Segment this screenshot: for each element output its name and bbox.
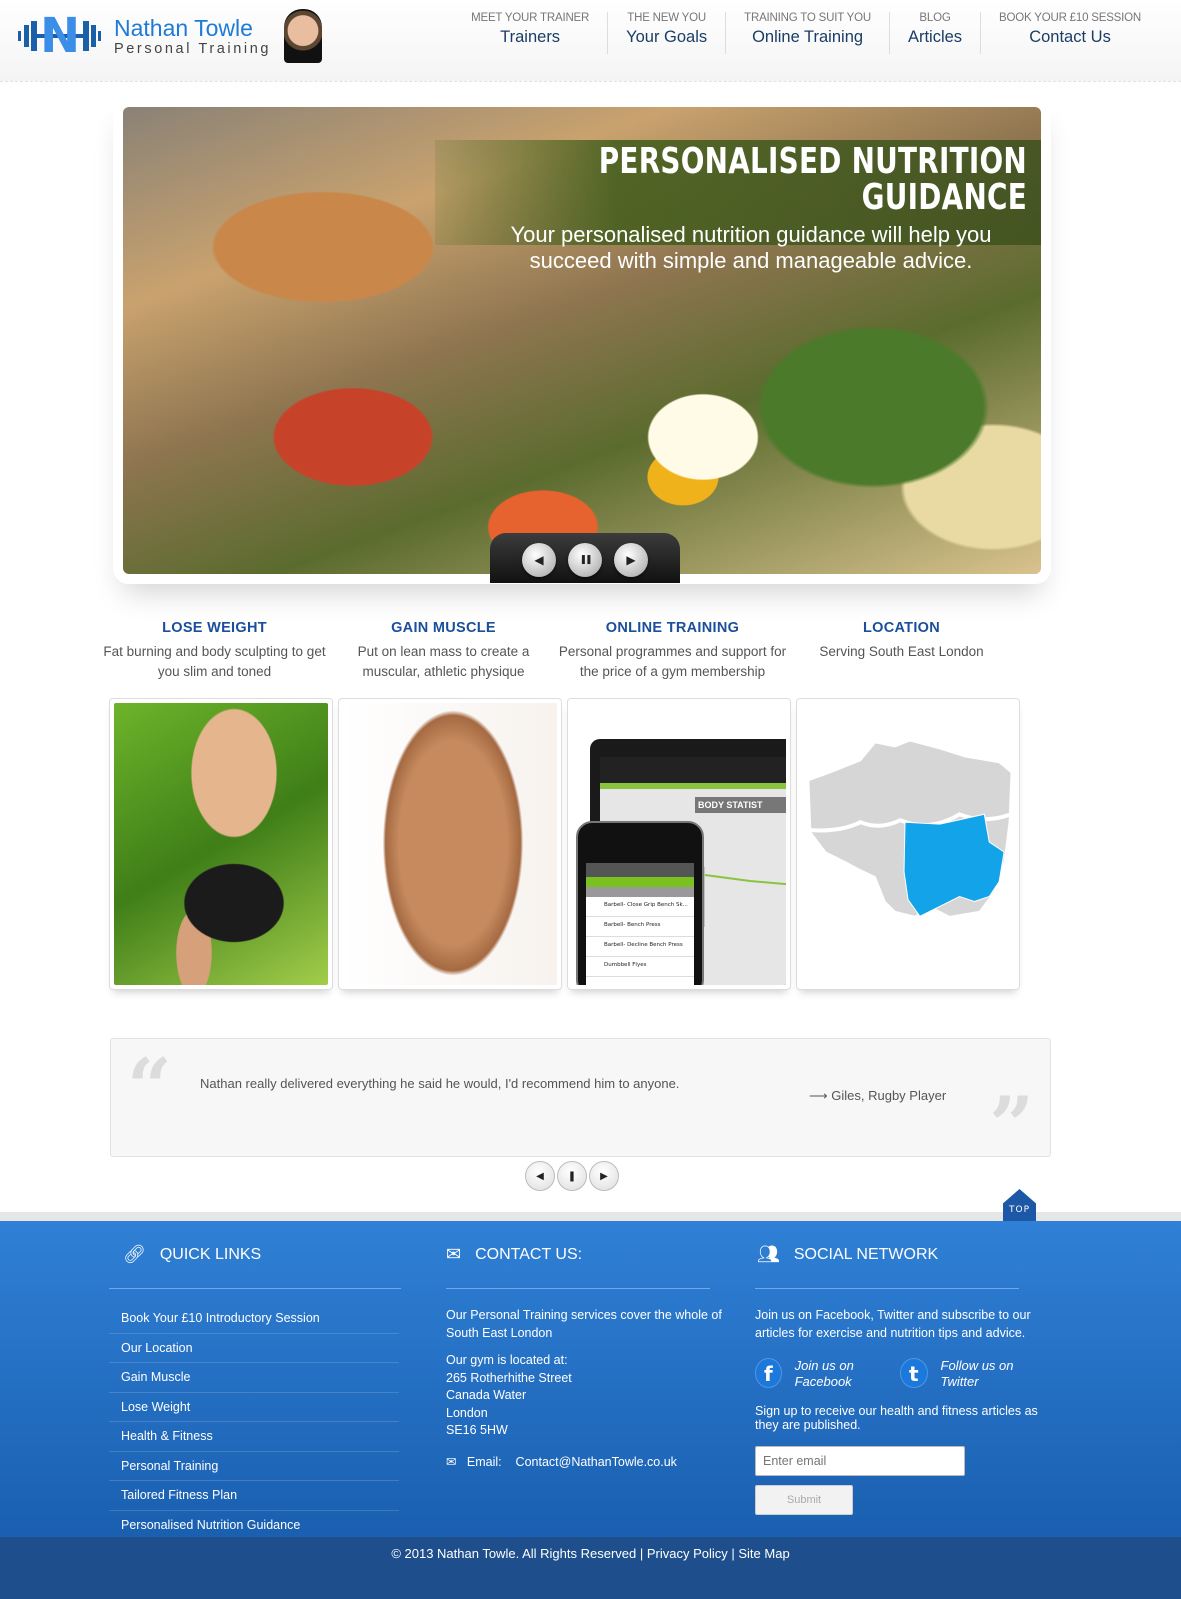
social-section: 👥︎ SOCIAL NETWORK Join us on Facebook, T… xyxy=(755,1221,1045,1515)
address-line: Canada Water xyxy=(446,1388,527,1402)
nav-item-articles[interactable]: BLOG Articles xyxy=(888,12,980,54)
brand-name: Nathan Towle xyxy=(114,15,253,41)
contact-email-link[interactable]: Contact@NathanTowle.co.uk xyxy=(516,1455,677,1469)
social-intro: Join us on Facebook, Twitter and subscri… xyxy=(755,1308,1031,1340)
quick-link[interactable]: Gain Muscle xyxy=(109,1363,399,1393)
facebook-icon: f xyxy=(755,1358,782,1388)
dumbbell-logo-icon: N xyxy=(18,12,104,60)
people-icon: 👥︎ xyxy=(757,1244,780,1264)
feature-gain-muscle: GAIN MUSCLE Put on lean mass to create a… xyxy=(357,620,530,679)
testimonial-pause-button[interactable]: ❚ xyxy=(557,1161,587,1191)
address-line: 265 Rotherhithe Street xyxy=(446,1370,572,1385)
address-label: Our gym is located at: xyxy=(446,1353,568,1367)
phone-mockup: Barbell- Close Grip Bench Sk... Barbell-… xyxy=(576,821,704,985)
contact-email-row: ✉ Email: Contact@NathanTowle.co.uk xyxy=(446,1454,677,1469)
abs-image xyxy=(343,703,557,985)
feature-cards: BODY STATIST Barbell- Close Grip Bench S… xyxy=(109,698,1020,990)
twitter-icon: t xyxy=(900,1358,928,1388)
slider-prev-button[interactable]: ◀ xyxy=(522,543,556,577)
arrow-icon: ⟶ xyxy=(809,1088,828,1103)
card-gain-muscle[interactable] xyxy=(338,698,562,990)
back-to-top-button[interactable]: TOP xyxy=(1003,1189,1036,1221)
contact-intro: Our Personal Training services cover the… xyxy=(446,1308,722,1340)
signup-text: Sign up to receive our health and fitnes… xyxy=(755,1404,1038,1432)
devices-image: BODY STATIST Barbell- Close Grip Bench S… xyxy=(572,703,786,985)
pause-icon: ❚❚ xyxy=(579,555,592,565)
address-line: London xyxy=(446,1405,488,1420)
feature-lose-weight: LOSE WEIGHT Fat burning and body sculpti… xyxy=(103,620,326,679)
main-nav: MEET YOUR TRAINER Trainers THE NEW YOU Y… xyxy=(453,12,1159,54)
twitter-link[interactable]: t Follow us on Twitter xyxy=(900,1358,1045,1390)
copyright-text: © 2013 Nathan Towle. All Rights Reserved xyxy=(391,1546,637,1561)
testimonial-prev-button[interactable]: ◀ xyxy=(525,1161,555,1191)
progress-graph xyxy=(703,867,786,927)
testimonial-author: ⟶ Giles, Rugby Player xyxy=(809,1088,947,1103)
slider-next-button[interactable]: ▶ xyxy=(614,543,648,577)
trainer-avatar xyxy=(284,9,322,63)
nav-item-your-goals[interactable]: THE NEW YOU Your Goals xyxy=(607,12,725,54)
close-quote-icon: ” xyxy=(989,1080,1034,1171)
card-online-training[interactable]: BODY STATIST Barbell- Close Grip Bench S… xyxy=(567,698,791,990)
brand-tagline: Personal Training xyxy=(114,41,272,57)
next-icon: ▶ xyxy=(600,1170,608,1182)
facebook-link[interactable]: f Join us on Facebook xyxy=(755,1358,900,1390)
next-icon: ▶ xyxy=(626,553,636,567)
prev-icon: ◀ xyxy=(536,1170,544,1182)
pause-icon: ❚ xyxy=(567,1170,577,1182)
contact-heading: CONTACT US: xyxy=(475,1245,583,1263)
quick-links-section: 🔗︎ QUICK LINKS Book Your £10 Introductor… xyxy=(109,1221,419,1540)
quick-links-heading: QUICK LINKS xyxy=(159,1245,262,1263)
quick-link[interactable]: Tailored Fitness Plan xyxy=(109,1481,399,1511)
quick-link[interactable]: Our Location xyxy=(109,1334,399,1363)
hero-slider[interactable]: PERSONALISED NUTRITION GUIDANCE Your per… xyxy=(123,107,1041,574)
nav-item-contact-us[interactable]: BOOK YOUR £10 SESSION Contact Us xyxy=(980,12,1159,54)
london-map xyxy=(801,703,1015,985)
privacy-policy-link[interactable]: Privacy Policy xyxy=(647,1546,728,1561)
footer: 🔗︎ QUICK LINKS Book Your £10 Introductor… xyxy=(0,1221,1181,1540)
quick-link[interactable]: Lose Weight xyxy=(109,1393,399,1422)
nav-item-online-training[interactable]: TRAINING TO SUIT YOU Online Training xyxy=(725,12,889,54)
social-heading: SOCIAL NETWORK xyxy=(793,1245,939,1263)
open-quote-icon: “ xyxy=(127,1042,172,1133)
envelope-icon: ✉ xyxy=(446,1244,462,1264)
feature-location: LOCATION Serving South East London xyxy=(819,620,984,659)
features: LOSE WEIGHT Fat burning and body sculpti… xyxy=(100,620,1030,682)
copyright-bar: © 2013 Nathan Towle. All Rights Reserved… xyxy=(0,1537,1181,1599)
slide-title: PERSONALISED NUTRITION GUIDANCE xyxy=(598,141,1027,218)
quick-link[interactable]: Health & Fitness xyxy=(109,1422,399,1452)
site-map-link[interactable]: Site Map xyxy=(738,1546,789,1561)
testimonial-controls: ◀ ❚ ▶ xyxy=(525,1161,619,1191)
slide-caption: PERSONALISED NUTRITION GUIDANCE Your per… xyxy=(435,140,1041,273)
contact-section: ✉ CONTACT US: Our Personal Training serv… xyxy=(446,1221,736,1471)
runner-image xyxy=(114,703,328,985)
testimonial-quote: Nathan really delivered everything he sa… xyxy=(200,1076,680,1091)
nav-item-trainers[interactable]: MEET YOUR TRAINER Trainers xyxy=(453,12,607,54)
envelope-icon: ✉ xyxy=(446,1454,457,1469)
logo[interactable]: N Nathan Towle Personal Training xyxy=(18,12,274,60)
newsletter-email-input[interactable] xyxy=(755,1446,965,1476)
card-location[interactable] xyxy=(796,698,1020,990)
slide-text: Your personalised nutrition guidance wil… xyxy=(510,222,992,273)
address-line: SE16 5HW xyxy=(446,1423,508,1437)
quick-link[interactable]: Personal Training xyxy=(109,1452,399,1481)
newsletter-submit-button[interactable]: Submit xyxy=(755,1485,853,1515)
testimonial: “ Nathan really delivered everything he … xyxy=(110,1038,1051,1165)
quick-link[interactable]: Personalised Nutrition Guidance xyxy=(109,1511,399,1540)
prev-icon: ◀ xyxy=(534,553,544,567)
quick-link[interactable]: Book Your £10 Introductory Session xyxy=(109,1304,399,1334)
link-icon: 🔗︎ xyxy=(123,1244,146,1264)
card-lose-weight[interactable] xyxy=(109,698,333,990)
testimonial-next-button[interactable]: ▶ xyxy=(589,1161,619,1191)
slider-pause-button[interactable]: ❚❚ xyxy=(568,543,602,577)
slider-controls: ◀ ❚❚ ▶ xyxy=(490,533,680,583)
site-header: N Nathan Towle Personal Training MEET YO… xyxy=(0,0,1181,82)
feature-online-training: ONLINE TRAINING Personal programmes and … xyxy=(558,620,787,679)
